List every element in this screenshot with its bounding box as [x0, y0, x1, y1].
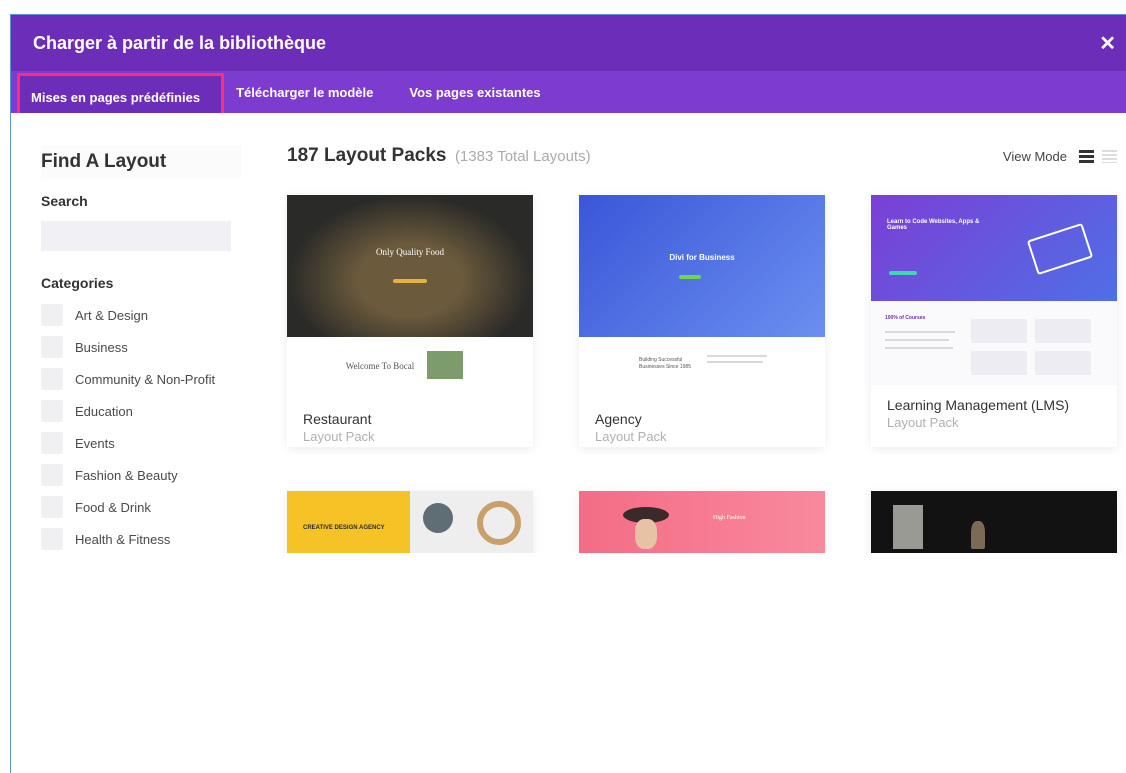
find-layout-heading: Find A Layout: [41, 145, 241, 179]
thumb-image: [427, 351, 463, 379]
thumb-button: [679, 275, 701, 279]
category-item-business[interactable]: Business: [41, 331, 241, 363]
packs-heading: 187 Layout Packs (1383 Total Layouts): [287, 145, 591, 167]
grid-view-icon[interactable]: [1079, 150, 1094, 163]
thumb-subheading: Building Successful Businesses Since 198…: [639, 357, 691, 370]
layout-thumbnail: [871, 491, 1117, 553]
layout-card-agency[interactable]: Divi for Business Building Successful Bu…: [579, 195, 825, 447]
layout-thumbnail: Divi for Business: [579, 195, 825, 337]
category-checkbox[interactable]: [41, 528, 63, 550]
layout-thumbnail-lower: Welcome To Bocal: [287, 337, 533, 385]
category-item-events[interactable]: Events: [41, 427, 241, 459]
modal-content: Find A Layout Search Categories Art & De…: [11, 113, 1126, 553]
view-mode-control: View Mode: [1003, 149, 1117, 164]
category-label: Community & Non-Profit: [75, 371, 216, 387]
thumb-text-line: [707, 361, 763, 363]
category-item-food-drink[interactable]: Food & Drink: [41, 491, 241, 523]
thumb-image: [423, 503, 453, 533]
thumb-heading: Only Quality Food: [375, 247, 444, 257]
tab-upload-template[interactable]: Télécharger le modèle: [222, 71, 395, 113]
layout-thumbnail-lower: Building Successful Businesses Since 198…: [579, 337, 825, 385]
thumb-button: [393, 279, 427, 283]
layout-browser: 187 Layout Packs (1383 Total Layouts) Vi…: [287, 145, 1117, 553]
thumb-subheading: Welcome To Bocal: [345, 361, 415, 371]
category-item-fashion-beauty[interactable]: Fashion & Beauty: [41, 459, 241, 491]
thumb-image: [971, 521, 985, 549]
category-list: Art & Design Business Community & Non-Pr…: [41, 299, 241, 553]
category-label: Health & Fitness: [75, 531, 171, 547]
card-subtitle: Layout Pack: [887, 415, 959, 430]
card-title: Learning Management (LMS): [887, 397, 1070, 413]
category-label: Fashion & Beauty: [75, 467, 178, 483]
category-checkbox[interactable]: [41, 432, 63, 454]
tab-existing-pages[interactable]: Vos pages existantes: [395, 71, 562, 113]
thumb-text-line: [707, 355, 767, 357]
view-mode-label: View Mode: [1002, 149, 1067, 164]
category-checkbox[interactable]: [41, 496, 63, 518]
card-title: Agency: [595, 411, 642, 427]
thumb-text-line: [885, 339, 949, 341]
card-subtitle: Layout Pack: [303, 429, 375, 444]
search-input[interactable]: [41, 221, 231, 251]
layout-card-fashion[interactable]: High Fashion: [579, 491, 825, 553]
categories-label: Categories: [41, 275, 114, 291]
layout-card-creative-agency[interactable]: CREATIVE DESIGN AGENCY: [287, 491, 533, 553]
layout-thumbnail-lower: 100% of Courses: [871, 301, 1117, 385]
thumb-text-line: [885, 347, 953, 349]
thumb-heading: Divi for Business: [669, 253, 735, 262]
category-checkbox[interactable]: [41, 368, 63, 390]
thumb-feature-box: [1035, 351, 1091, 375]
search-label: Search: [41, 193, 88, 209]
thumb-feature-box: [1035, 319, 1091, 343]
layout-card-dark[interactable]: [871, 491, 1117, 553]
thumb-heading: CREATIVE DESIGN AGENCY: [303, 525, 385, 531]
layout-thumbnail: High Fashion: [579, 491, 825, 553]
category-checkbox[interactable]: [41, 400, 63, 422]
category-label: Art & Design: [75, 307, 148, 323]
thumb-image: [477, 501, 521, 545]
list-view-icon[interactable]: [1102, 150, 1117, 163]
filter-sidebar: Find A Layout Search Categories Art & De…: [41, 145, 241, 553]
layout-thumbnail: CREATIVE DESIGN AGENCY: [287, 491, 533, 553]
layout-thumbnail: Only Quality Food: [287, 195, 533, 337]
close-icon[interactable]: ✕: [1099, 31, 1116, 56]
laptop-icon: [1026, 222, 1094, 276]
layout-card-restaurant[interactable]: Only Quality Food Welcome To Bocal Resta…: [287, 195, 533, 447]
layout-browser-header: 187 Layout Packs (1383 Total Layouts) Vi…: [287, 145, 1117, 181]
category-label: Business: [75, 339, 128, 355]
category-item-community[interactable]: Community & Non-Profit: [41, 363, 241, 395]
thumb-image: [635, 519, 657, 549]
category-label: Events: [75, 435, 115, 451]
modal-title: Charger à partir de la bibliothèque: [33, 32, 327, 53]
card-title: Restaurant: [303, 411, 372, 427]
packs-count: 187 Layout Packs: [287, 145, 447, 166]
layout-pack-grid: Only Quality Food Welcome To Bocal Resta…: [287, 195, 1117, 553]
category-label: Food & Drink: [75, 499, 151, 515]
total-layouts: (1383 Total Layouts): [454, 148, 591, 165]
layout-card-lms[interactable]: Learn to Code Websites, Apps & Games 100…: [871, 195, 1117, 447]
category-checkbox[interactable]: [41, 304, 63, 326]
thumb-heading: Learn to Code Websites, Apps & Games: [887, 219, 980, 231]
thumb-feature-box: [971, 351, 1027, 375]
category-item-education[interactable]: Education: [41, 395, 241, 427]
thumb-feature-box: [971, 319, 1027, 343]
thumb-heading: High Fashion: [713, 515, 746, 521]
library-modal: Charger à partir de la bibliothèque ✕ Mi…: [10, 14, 1126, 773]
category-checkbox[interactable]: [41, 464, 63, 486]
thumb-image: [893, 505, 923, 549]
category-item-art-design[interactable]: Art & Design: [41, 299, 241, 331]
thumb-text-line: [885, 331, 955, 333]
layout-thumbnail: Learn to Code Websites, Apps & Games: [871, 195, 1117, 301]
card-subtitle: Layout Pack: [595, 429, 667, 444]
modal-header: Charger à partir de la bibliothèque ✕: [11, 15, 1126, 71]
tab-bar: Mises en pages prédéfinies Télécharger l…: [11, 71, 1126, 121]
thumb-button: [889, 271, 917, 275]
category-checkbox[interactable]: [41, 336, 63, 358]
thumb-subheading: 100% of Courses: [885, 315, 926, 321]
category-label: Education: [75, 403, 133, 419]
category-item-health-fitness[interactable]: Health & Fitness: [41, 523, 241, 553]
